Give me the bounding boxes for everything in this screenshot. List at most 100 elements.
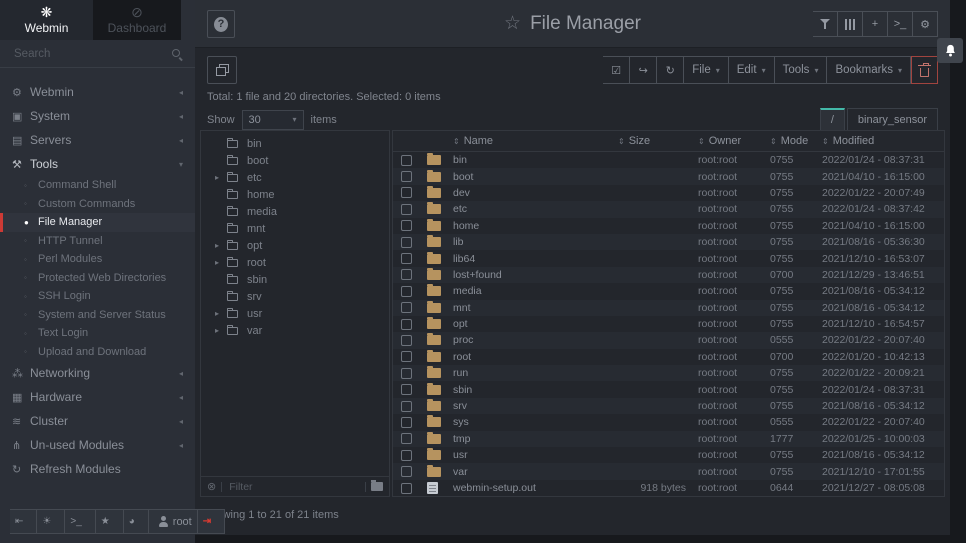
file-name[interactable]: lost+found bbox=[453, 269, 618, 281]
row-checkbox[interactable] bbox=[401, 286, 412, 297]
sidebar-item-system[interactable]: ▣ System ◂ bbox=[0, 104, 195, 128]
row-checkbox[interactable] bbox=[401, 433, 412, 444]
row-checkbox[interactable] bbox=[401, 155, 412, 166]
share-button[interactable]: ↪ bbox=[630, 56, 657, 84]
file-name[interactable]: home bbox=[453, 220, 618, 232]
file-row[interactable]: home root:root 0755 2021/04/10 - 16:15:0… bbox=[393, 218, 944, 234]
row-checkbox[interactable] bbox=[401, 253, 412, 264]
sidebar-item-ssh-login[interactable]: ◦ SSH Login bbox=[0, 287, 195, 306]
column-header[interactable]: ⇕ Mode bbox=[770, 135, 822, 147]
path-root-tab[interactable]: / bbox=[820, 108, 845, 131]
row-checkbox[interactable] bbox=[401, 483, 412, 494]
tree-item[interactable]: ▸ media bbox=[201, 203, 389, 220]
file-name[interactable]: lib64 bbox=[453, 253, 618, 265]
file-name[interactable]: lib bbox=[453, 236, 618, 248]
row-checkbox[interactable] bbox=[401, 319, 412, 330]
file-name[interactable]: run bbox=[453, 367, 618, 379]
sidebar-item-command-shell[interactable]: ◦ Command Shell bbox=[0, 176, 195, 195]
sort-icon[interactable]: ⇕ bbox=[770, 137, 777, 146]
language-button[interactable]: ◕ bbox=[124, 509, 149, 534]
sidebar-item-servers[interactable]: ▤ Servers ◂ bbox=[0, 128, 195, 152]
file-row[interactable]: media root:root 0755 2021/08/16 - 05:34:… bbox=[393, 283, 944, 299]
row-checkbox[interactable] bbox=[401, 417, 412, 428]
sidebar-item-custom-commands[interactable]: ◦ Custom Commands bbox=[0, 195, 195, 214]
file-row[interactable]: lib64 root:root 0755 2021/12/10 - 16:53:… bbox=[393, 250, 944, 266]
file-name[interactable]: etc bbox=[453, 203, 618, 215]
file-row[interactable]: sys root:root 0555 2022/01/22 - 20:07:40 bbox=[393, 414, 944, 430]
file-row[interactable]: boot root:root 0755 2021/04/10 - 16:15:0… bbox=[393, 168, 944, 184]
file-row[interactable]: run root:root 0755 2022/01/22 - 20:09:21 bbox=[393, 365, 944, 381]
row-checkbox[interactable] bbox=[401, 368, 412, 379]
row-checkbox[interactable] bbox=[401, 220, 412, 231]
row-checkbox[interactable] bbox=[401, 171, 412, 182]
sidebar-item-refresh-modules[interactable]: ↻ Refresh Modules bbox=[0, 457, 195, 481]
sort-icon[interactable]: ⇕ bbox=[822, 137, 829, 146]
terminal-button[interactable]: >_ bbox=[888, 11, 913, 37]
tree-item[interactable]: ▸ etc bbox=[201, 169, 389, 186]
sidebar-item-text-login[interactable]: ◦ Text Login bbox=[0, 324, 195, 343]
tree-item[interactable]: ▸ usr bbox=[201, 305, 389, 322]
sidebar-item-upload-and-download[interactable]: ◦ Upload and Download bbox=[0, 343, 195, 362]
row-checkbox[interactable] bbox=[401, 204, 412, 215]
expand-arrow-icon[interactable]: ▸ bbox=[215, 326, 227, 335]
file-name[interactable]: proc bbox=[453, 334, 618, 346]
file-menu-button[interactable]: File ▾ bbox=[684, 56, 729, 84]
tree-item[interactable]: ▸ sbin bbox=[201, 271, 389, 288]
file-row[interactable]: opt root:root 0755 2021/12/10 - 16:54:57 bbox=[393, 316, 944, 332]
file-row[interactable]: etc root:root 0755 2022/01/24 - 08:37:42 bbox=[393, 201, 944, 217]
tree-item[interactable]: ▸ mnt bbox=[201, 220, 389, 237]
row-checkbox[interactable] bbox=[401, 237, 412, 248]
file-row[interactable]: tmp root:root 1777 2022/01/25 - 10:00:03 bbox=[393, 431, 944, 447]
bookmarks-menu-button[interactable]: Bookmarks ▾ bbox=[827, 56, 911, 84]
file-name[interactable]: tmp bbox=[453, 433, 618, 445]
row-checkbox[interactable] bbox=[401, 302, 412, 313]
folder-icon[interactable] bbox=[371, 482, 383, 491]
file-name[interactable]: sbin bbox=[453, 384, 618, 396]
file-name[interactable]: srv bbox=[453, 400, 618, 412]
column-header[interactable]: ⇕ Modified bbox=[822, 135, 944, 147]
expand-arrow-icon[interactable]: ▸ bbox=[215, 309, 227, 318]
row-checkbox[interactable] bbox=[401, 335, 412, 346]
row-checkbox[interactable] bbox=[401, 450, 412, 461]
sidebar-item-tools[interactable]: ⚒ Tools ▾ bbox=[0, 152, 195, 176]
sort-icon[interactable]: ⇕ bbox=[618, 137, 625, 146]
sidebar-item-http-tunnel[interactable]: ◦ HTTP Tunnel bbox=[0, 232, 195, 251]
tab-webmin[interactable]: ❋ Webmin bbox=[0, 0, 93, 40]
favorite-star-icon[interactable]: ☆ bbox=[504, 12, 521, 35]
tools-menu-button[interactable]: Tools ▾ bbox=[775, 56, 828, 84]
row-checkbox[interactable] bbox=[401, 401, 412, 412]
search-icon[interactable] bbox=[171, 48, 183, 60]
file-row[interactable]: proc root:root 0555 2022/01/22 - 20:07:4… bbox=[393, 332, 944, 348]
file-name[interactable]: webmin-setup.out bbox=[453, 482, 618, 494]
file-name[interactable]: dev bbox=[453, 187, 618, 199]
page-size-select[interactable]: 30 ▾ bbox=[242, 110, 304, 130]
sidebar-item-unused-modules[interactable]: ⋔ Un-used Modules ◂ bbox=[0, 433, 195, 457]
file-name[interactable]: sys bbox=[453, 416, 618, 428]
delete-button[interactable] bbox=[911, 56, 938, 84]
file-name[interactable]: media bbox=[453, 285, 618, 297]
columns-button[interactable] bbox=[838, 11, 863, 37]
file-row[interactable]: root root:root 0700 2022/01/20 - 10:42:1… bbox=[393, 349, 944, 365]
select-all-button[interactable]: ☑ bbox=[603, 56, 630, 84]
tab-dashboard[interactable]: ⊘ Dashboard bbox=[93, 0, 181, 40]
refresh-button[interactable]: ↻ bbox=[657, 56, 684, 84]
file-name[interactable]: root bbox=[453, 351, 618, 363]
sort-icon[interactable]: ⇕ bbox=[453, 137, 460, 146]
search-input[interactable] bbox=[12, 47, 171, 61]
tree-item[interactable]: ▸ srv bbox=[201, 288, 389, 305]
favorites-button[interactable]: ★ bbox=[96, 509, 124, 534]
add-button[interactable]: + bbox=[863, 11, 888, 37]
sidebar-item-webmin[interactable]: ⚙ Webmin ◂ bbox=[0, 80, 195, 104]
user-button[interactable]: root bbox=[149, 509, 198, 534]
shell-button[interactable]: >_ bbox=[65, 509, 95, 534]
expand-arrow-icon[interactable]: ▸ bbox=[215, 173, 227, 182]
file-name[interactable]: var bbox=[453, 466, 618, 478]
tree-item[interactable]: ▸ boot bbox=[201, 152, 389, 169]
file-row[interactable]: srv root:root 0755 2021/08/16 - 05:34:12 bbox=[393, 398, 944, 414]
row-checkbox[interactable] bbox=[401, 351, 412, 362]
theme-toggle-button[interactable]: ☀ bbox=[37, 509, 65, 534]
tree-item[interactable]: ▸ root bbox=[201, 254, 389, 271]
sort-icon[interactable]: ⇕ bbox=[698, 137, 705, 146]
row-checkbox[interactable] bbox=[401, 187, 412, 198]
edit-menu-button[interactable]: Edit ▾ bbox=[729, 56, 775, 84]
